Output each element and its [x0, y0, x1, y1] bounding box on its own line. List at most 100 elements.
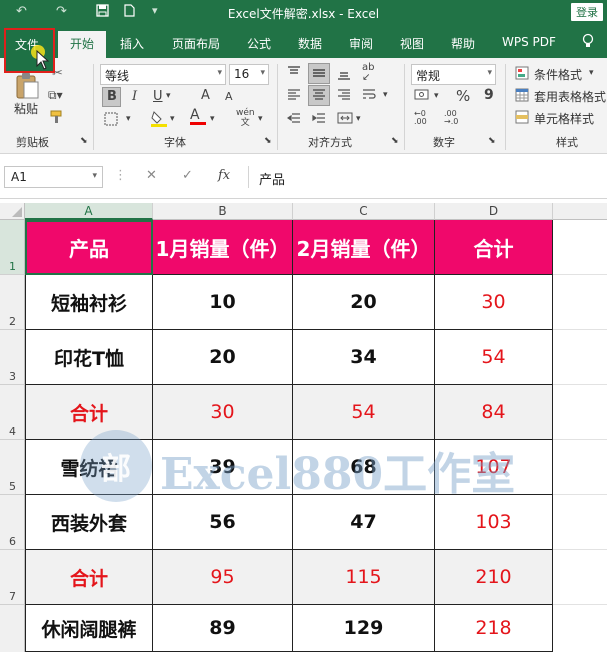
chevron-down-icon[interactable]: ▾ [434, 91, 439, 101]
formula-input[interactable]: 产品 [248, 166, 607, 188]
tab-wps-pdf[interactable]: WPS PDF [502, 35, 556, 49]
format-painter-icon[interactable] [50, 110, 64, 128]
bottom-align-icon[interactable] [337, 66, 351, 84]
cell-jan-sales[interactable]: 89 [153, 605, 293, 652]
chevron-down-icon[interactable]: ▾ [383, 90, 388, 100]
top-align-icon[interactable] [287, 66, 301, 84]
row-header-2[interactable]: 2 [0, 275, 25, 330]
cell-feb-sales[interactable]: 34 [293, 330, 435, 385]
increase-decimal-icon[interactable]: ←0.00 [414, 110, 427, 126]
cell-feb-sales[interactable]: 47 [293, 495, 435, 550]
column-header-e[interactable] [553, 203, 607, 220]
chevron-down-icon[interactable]: ▾ [126, 114, 131, 124]
cell-jan-sales[interactable]: 39 [153, 440, 293, 495]
copy-icon[interactable]: ⧉▾ [48, 88, 63, 103]
tab-help[interactable]: 帮助 [451, 35, 475, 52]
chevron-down-icon[interactable]: ▾ [210, 114, 215, 124]
cell-total[interactable]: 103 [435, 495, 553, 550]
font-size-select[interactable]: 16 ▾ [229, 64, 269, 85]
row-header-7[interactable]: 7 [0, 550, 25, 605]
decrease-indent-icon[interactable] [286, 112, 301, 130]
cell-feb-sales[interactable]: 2月销量（件） [293, 220, 435, 275]
cell-jan-sales[interactable]: 56 [153, 495, 293, 550]
column-header-d[interactable]: D [435, 203, 553, 220]
cell-feb-sales[interactable]: 68 [293, 440, 435, 495]
italic-button[interactable]: I [132, 89, 137, 104]
comma-style-button[interactable]: 9 [484, 87, 494, 103]
font-color-icon[interactable]: A [190, 108, 206, 125]
align-center-icon[interactable] [312, 88, 326, 106]
cell-jan-sales[interactable]: 20 [153, 330, 293, 385]
align-right-icon[interactable] [337, 88, 351, 106]
chevron-down-icon[interactable]: ▾ [258, 114, 263, 124]
cell-feb-sales[interactable]: 54 [293, 385, 435, 440]
cell-jan-sales[interactable]: 30 [153, 385, 293, 440]
format-as-table-button[interactable]: 套用表格格式 [534, 88, 606, 105]
name-box[interactable]: A1 ▾ [4, 166, 103, 188]
font-launcher-icon[interactable]: ⬊ [264, 136, 272, 146]
fill-color-icon[interactable] [150, 110, 168, 132]
tab-insert[interactable]: 插入 [120, 35, 144, 52]
cell-jan-sales[interactable]: 95 [153, 550, 293, 605]
cell-product[interactable]: 短袖衬衫 [25, 275, 153, 330]
orientation-icon[interactable]: ab ↙ [362, 63, 374, 83]
merge-center-icon[interactable] [337, 110, 353, 130]
cell-product[interactable]: 合计 [25, 550, 153, 605]
increase-font-button[interactable]: A [201, 88, 210, 103]
cancel-icon[interactable]: ✕ [146, 168, 157, 183]
font-name-select[interactable]: 等线 ▾ [100, 64, 226, 85]
cell-total[interactable]: 218 [435, 605, 553, 652]
middle-align-icon[interactable] [312, 66, 326, 84]
cell-product[interactable]: 西装外套 [25, 495, 153, 550]
chevron-down-icon[interactable]: ▾ [356, 114, 361, 124]
cell-product[interactable]: 休闲阔腿裤 [25, 605, 153, 652]
percent-button[interactable]: % [456, 87, 470, 105]
empty-cells[interactable] [553, 220, 607, 652]
row-header-8[interactable] [0, 605, 25, 652]
login-button[interactable]: 登录 [571, 3, 603, 21]
phonetic-guide-icon[interactable]: wén 文 [236, 108, 255, 128]
cell-product[interactable]: 雪纺裙 [25, 440, 153, 495]
conditional-formatting-icon[interactable] [515, 66, 529, 84]
cell-total[interactable]: 210 [435, 550, 553, 605]
tab-page-layout[interactable]: 页面布局 [172, 35, 220, 52]
underline-button[interactable]: U [153, 89, 163, 104]
clipboard-launcher-icon[interactable]: ⬊ [80, 136, 88, 146]
select-all-corner[interactable] [0, 203, 25, 220]
tab-home[interactable]: 开始 [58, 31, 106, 58]
conditional-formatting-button[interactable]: 条件格式 [534, 66, 582, 83]
enter-icon[interactable]: ✓ [182, 168, 193, 183]
number-format-select[interactable]: 常规 ▾ [411, 64, 496, 85]
row-header-6[interactable]: 6 [0, 495, 25, 550]
lightbulb-icon[interactable] [582, 33, 594, 52]
tab-data[interactable]: 数据 [298, 35, 322, 52]
cell-total[interactable]: 合计 [435, 220, 553, 275]
row-header-4[interactable]: 4 [0, 385, 25, 440]
format-as-table-icon[interactable] [515, 88, 529, 106]
increase-indent-icon[interactable] [312, 112, 326, 130]
cell-jan-sales[interactable]: 1月销量（件） [153, 220, 293, 275]
cell-feb-sales[interactable]: 129 [293, 605, 435, 652]
tab-review[interactable]: 审阅 [349, 35, 373, 52]
chevron-down-icon[interactable]: ▾ [589, 68, 594, 78]
bold-button[interactable]: B [107, 89, 117, 104]
align-left-icon[interactable] [287, 88, 301, 106]
cell-total[interactable]: 30 [435, 275, 553, 330]
cell-total[interactable]: 54 [435, 330, 553, 385]
cell-total[interactable]: 84 [435, 385, 553, 440]
accounting-format-icon[interactable] [414, 88, 430, 106]
row-header-1[interactable]: 1 [0, 220, 25, 275]
cell-product[interactable]: 印花T恤 [25, 330, 153, 385]
cell-feb-sales[interactable]: 115 [293, 550, 435, 605]
tab-formulas[interactable]: 公式 [247, 35, 271, 52]
cell-jan-sales[interactable]: 10 [153, 275, 293, 330]
column-header-c[interactable]: C [293, 203, 435, 220]
cell-total[interactable]: 107 [435, 440, 553, 495]
alignment-launcher-icon[interactable]: ⬊ [391, 136, 399, 146]
wrap-text-icon[interactable] [362, 88, 376, 106]
chevron-down-icon[interactable]: ▾ [170, 114, 175, 124]
cell-product[interactable]: 合计 [25, 385, 153, 440]
row-header-3[interactable]: 3 [0, 330, 25, 385]
border-icon[interactable] [104, 112, 118, 130]
paste-button[interactable]: 粘贴 [14, 100, 38, 117]
